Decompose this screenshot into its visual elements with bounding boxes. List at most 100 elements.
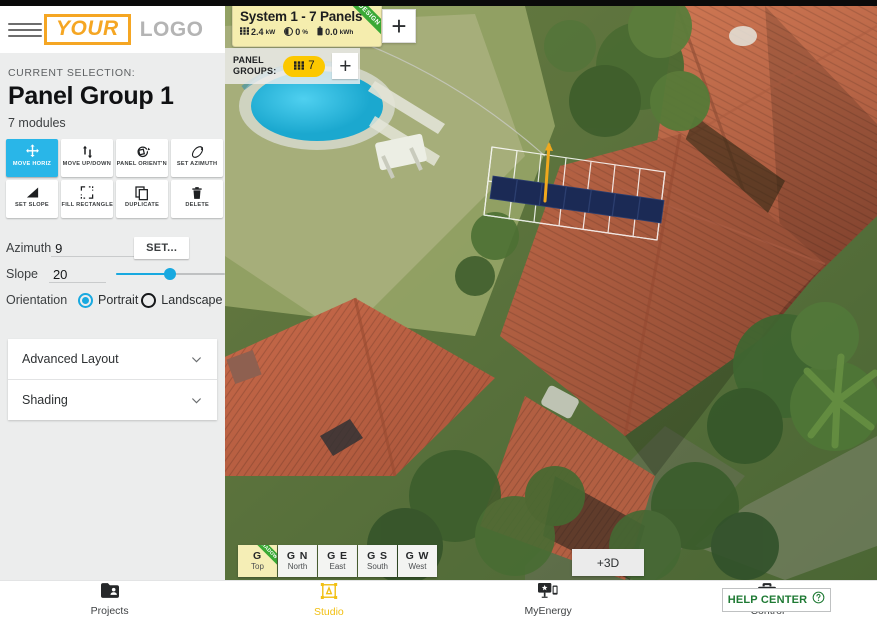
tool-label: DELETE (185, 202, 209, 208)
help-center-label: HELP CENTER (728, 594, 808, 606)
nav-label: Studio (314, 606, 344, 618)
add-system-button[interactable]: + (382, 9, 416, 43)
orientation-portrait-label: Portrait (98, 293, 138, 307)
panel-group-count: 7 (308, 60, 314, 72)
slope-value[interactable]: 20 (53, 267, 67, 282)
accordion-label: Advanced Layout (22, 352, 119, 366)
orientation-label: Orientation (6, 293, 78, 307)
azimuth-value[interactable]: 9 (55, 241, 62, 256)
view-tab-code: G N (287, 550, 308, 562)
nav-label: MyEnergy (524, 605, 571, 617)
panel-grid-icon (240, 27, 249, 37)
tool-fill-rectangle[interactable]: FILL RECTANGLE (61, 180, 113, 218)
tool-set-slope[interactable]: SET SLOPE (6, 180, 58, 218)
panel-groups-bar: PANEL GROUPS: 7 + (225, 48, 360, 84)
help-center-button[interactable]: HELP CENTER (722, 588, 831, 612)
view-tab-code: G (253, 550, 262, 562)
tool-label: SET SLOPE (15, 202, 49, 208)
tool-duplicate[interactable]: DUPLICATE (116, 180, 168, 218)
orientation-landscape-label: Landscape (161, 293, 222, 307)
app-root: YOUR LOGO CURRENT SELECTION: Panel Group… (0, 0, 877, 618)
battery-icon (317, 26, 323, 38)
hamburger-icon[interactable] (8, 23, 42, 37)
slider-fill (116, 273, 171, 275)
tool-label: PANEL ORIENT'N (117, 161, 167, 167)
panel-group-title: Panel Group 1 (8, 82, 225, 111)
system-tab[interactable]: System 1 - 7 Panels 2.4 kW 0 % 0. (232, 6, 382, 47)
view-tab-north[interactable]: G N North (278, 545, 317, 577)
chevron-down-icon (190, 353, 203, 366)
slope-slider[interactable] (116, 267, 225, 281)
tool-panel-orientation[interactable]: PANEL ORIENT'N (116, 139, 168, 177)
radio-unselected-icon (141, 293, 156, 308)
tool-label: FILL RECTANGLE (61, 202, 113, 208)
view-tab-name: Top (251, 562, 264, 572)
view-tabs: G Top SHADOW G N North G E East G S Sout… (238, 545, 437, 577)
nav-item-projects[interactable]: Projects (0, 583, 219, 617)
aerial-map-view[interactable] (225, 6, 877, 580)
orientation-row: Orientation Portrait Landscape (6, 287, 225, 313)
stat-unit: % (302, 29, 308, 36)
tool-label: MOVE UP/DOWN (63, 161, 111, 167)
slider-knob[interactable] (164, 268, 176, 280)
tool-move-updown[interactable]: MOVE UP/DOWN (61, 139, 113, 177)
toggle-3d-button[interactable]: +3D (572, 549, 644, 576)
current-selection-label: CURRENT SELECTION: (8, 67, 225, 79)
tool-delete[interactable]: DELETE (171, 180, 223, 218)
modules-count: 7 modules (8, 116, 225, 130)
chevron-down-icon (190, 394, 203, 407)
projects-icon (101, 583, 119, 603)
view-tab-name: South (367, 562, 388, 572)
accordion-list: Advanced Layout Shading (8, 339, 217, 420)
move-updown-icon (80, 143, 95, 160)
slope-label: Slope (6, 267, 49, 281)
logo-text: LOGO (140, 18, 204, 42)
parameters-section: Azimuth 9 SET... Slope 20 Orientation (6, 235, 225, 313)
view-tab-south[interactable]: G S South (358, 545, 397, 577)
panel-group-chip[interactable]: 7 (283, 56, 325, 77)
panel-groups-label-line1: PANEL (233, 55, 276, 66)
azimuth-set-button[interactable]: SET... (134, 237, 189, 259)
efficiency-icon (284, 27, 293, 38)
radio-selected-icon (78, 293, 93, 308)
set-azimuth-icon (189, 143, 206, 160)
accordion-label: Shading (22, 393, 68, 407)
tool-set-azimuth[interactable]: SET AZIMUTH (171, 139, 223, 177)
tool-label: MOVE HORIZ (13, 161, 51, 167)
azimuth-label: Azimuth (6, 241, 51, 255)
stat-unit: kW (266, 29, 276, 36)
stat-efficiency: 0 % (284, 27, 308, 38)
stat-value: 2.4 (251, 27, 264, 37)
move-horizontal-icon (24, 143, 41, 160)
add-panel-group-button[interactable]: + (332, 53, 358, 79)
orientation-landscape-radio[interactable]: Landscape (141, 293, 222, 308)
accordion-advanced-layout[interactable]: Advanced Layout (8, 339, 217, 379)
aerial-imagery (225, 6, 877, 580)
trash-icon (190, 184, 204, 201)
view-tab-top[interactable]: G Top SHADOW (238, 545, 277, 577)
view-tab-name: East (329, 562, 345, 572)
fill-rectangle-icon (79, 184, 95, 201)
tool-move-horiz[interactable]: MOVE HORIZ (6, 139, 58, 177)
orientation-portrait-radio[interactable]: Portrait (78, 293, 138, 308)
slope-row: Slope 20 (6, 261, 225, 287)
nav-label: Projects (91, 605, 129, 617)
stat-power: 2.4 kW (240, 27, 275, 37)
view-tab-code: G S (367, 550, 388, 562)
myenergy-icon (538, 583, 558, 603)
view-tab-west[interactable]: G W West (398, 545, 437, 577)
view-tab-name: West (408, 562, 426, 572)
nav-item-studio[interactable]: Studio (219, 583, 438, 618)
view-tab-east[interactable]: G E East (318, 545, 357, 577)
system-stats: 2.4 kW 0 % 0.0 kWh (240, 26, 381, 38)
panel-orientation-icon (134, 143, 151, 160)
nav-item-myenergy[interactable]: MyEnergy (439, 583, 658, 617)
accordion-shading[interactable]: Shading (8, 379, 217, 420)
studio-icon (320, 583, 338, 604)
sidebar-panel: CURRENT SELECTION: Panel Group 1 7 modul… (0, 53, 225, 580)
tool-label: SET AZIMUTH (177, 161, 217, 167)
azimuth-row: Azimuth 9 SET... (6, 235, 225, 261)
stat-value: 0 (295, 27, 300, 37)
question-circle-icon (812, 591, 825, 609)
view-tab-code: G E (327, 550, 348, 562)
